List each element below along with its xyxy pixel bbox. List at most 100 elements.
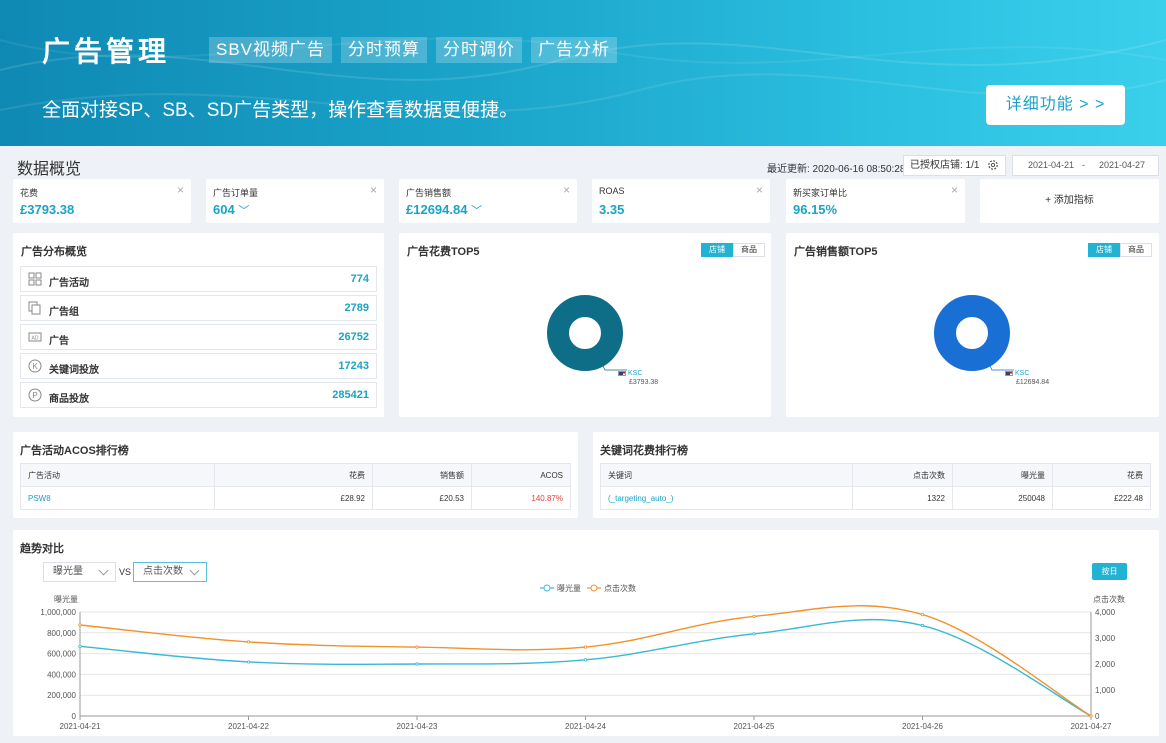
spend-top5-panel: 广告花费TOP5 店铺 商品 KSC £3793.38 <box>399 233 771 417</box>
col-campaign[interactable]: 广告活动 <box>20 463 215 487</box>
legend-label: 曝光量 <box>557 583 581 593</box>
legend-label: 点击次数 <box>604 583 636 593</box>
dist-row-products[interactable]: P 商品投放 285421 <box>20 382 377 408</box>
date-range-picker[interactable]: 2021-04-21 - 2021-04-27 <box>1012 155 1159 176</box>
data-point <box>246 660 251 664</box>
panel-title: 广告销售额TOP5 <box>794 246 878 258</box>
sales-top5-toggle: 店铺 商品 <box>1088 243 1152 257</box>
kpi-card-spend[interactable]: 花费 × £3793.38 <box>13 179 191 223</box>
uk-flag-icon <box>1005 370 1013 376</box>
data-point <box>752 614 756 619</box>
tag-time-budget[interactable]: 分时预算 <box>341 37 428 63</box>
y-tick-left: 800,000 <box>47 629 76 638</box>
data-point <box>415 662 419 666</box>
y-tick-right: 0 <box>1095 712 1100 721</box>
x-tick-label: 2021-04-27 <box>1071 722 1112 731</box>
dist-row-ad-groups[interactable]: 广告组 2789 <box>20 295 377 321</box>
metric-a-select[interactable]: 曝光量 <box>43 562 116 582</box>
keyword-link[interactable]: (_targeting_auto_) <box>600 486 853 510</box>
trend-line-chart[interactable]: 0 200,000 400,000 600,000 800,000 1,000,000 0 1… <box>0 580 1166 743</box>
grid-icon <box>28 272 42 286</box>
chevron-down-icon[interactable]: ﹀ <box>471 205 482 217</box>
y-tick-left: 200,000 <box>47 691 76 700</box>
kpi-label: 新买家订单比 <box>793 188 848 198</box>
col-spend[interactable]: 花费 <box>214 463 373 487</box>
y-tick-right: 3,000 <box>1095 634 1116 643</box>
dist-row-keywords[interactable]: K 关键词投放 17243 <box>20 353 377 379</box>
toggle-shop[interactable]: 店铺 <box>701 243 733 257</box>
legend-marker <box>543 584 551 592</box>
col-clicks[interactable]: 点击次数 <box>852 463 953 487</box>
kpi-card-sales[interactable]: 广告销售额 × £12694.84 ﹀ <box>399 179 577 223</box>
dist-value: 774 <box>350 273 369 285</box>
close-icon[interactable]: × <box>951 183 958 197</box>
donut-slice-ksc[interactable] <box>547 295 623 371</box>
tag-time-bid[interactable]: 分时调价 <box>436 37 523 63</box>
data-point <box>246 640 251 644</box>
x-tick-label: 2021-04-21 <box>60 722 101 731</box>
dist-label: 广告 <box>49 336 69 347</box>
date-end: 2021-04-27 <box>1099 160 1146 170</box>
kpi-label: 广告销售额 <box>406 188 452 198</box>
campaign-link[interactable]: PSW8 <box>20 486 215 510</box>
chevron-down-icon[interactable]: ﹀ <box>238 205 249 217</box>
kpi-label: 花费 <box>20 188 39 198</box>
overview-title: 数据概览 <box>17 161 82 178</box>
panel-title: 趋势对比 <box>20 543 64 555</box>
detail-features-button[interactable]: 详细功能 > > <box>986 85 1125 125</box>
close-icon[interactable]: × <box>563 183 570 197</box>
metric-b-select[interactable]: 点击次数 <box>133 562 207 582</box>
acos-table: 广告活动 花费 销售额 ACOS PSW8 £28.92 £20.53 140.… <box>20 463 571 510</box>
close-icon[interactable]: × <box>177 183 184 197</box>
by-day-button[interactable]: 按日 <box>1092 563 1127 580</box>
last-updated: 最近更新: 2020-06-16 08:50:28 <box>767 164 906 175</box>
toggle-product[interactable]: 商品 <box>733 243 765 257</box>
kpi-label: 广告订单量 <box>213 188 259 198</box>
data-point <box>1089 714 1093 718</box>
kpi-card-orders[interactable]: 广告订单量 × 604 ﹀ <box>206 179 384 223</box>
data-point <box>78 623 82 627</box>
panel-title: 广告活动ACOS排行榜 <box>20 445 129 457</box>
col-keyword[interactable]: 关键词 <box>600 463 853 487</box>
toggle-shop[interactable]: 店铺 <box>1088 243 1120 257</box>
donut-slice-ksc[interactable] <box>934 295 1010 371</box>
gear-icon[interactable] <box>987 159 999 171</box>
col-acos[interactable]: ACOS <box>471 463 571 487</box>
data-point <box>920 623 925 628</box>
tag-ad-analysis[interactable]: 广告分析 <box>531 37 618 63</box>
toggle-product[interactable]: 商品 <box>1120 243 1152 257</box>
authorized-shops-selector[interactable]: 已授权店铺: 1/1 <box>903 155 1006 176</box>
dist-row-campaigns[interactable]: 广告活动 774 <box>20 266 377 292</box>
spend-donut-chart[interactable] <box>539 288 629 378</box>
dist-row-ads[interactable]: AD 广告 26752 <box>20 324 377 350</box>
svg-text:AD: AD <box>32 336 39 342</box>
kpi-card-new-buyer[interactable]: 新买家订单比 × 96.15% <box>786 179 965 223</box>
close-icon[interactable]: × <box>370 183 377 197</box>
table-row: (_targeting_auto_) 1322 250048 £222.48 <box>600 486 1151 510</box>
y-tick-right: 2,000 <box>1095 660 1116 669</box>
select-value: 点击次数 <box>143 566 183 577</box>
kpi-value: 96.15% <box>793 202 838 217</box>
svg-text:P: P <box>32 391 37 400</box>
y-tick-left: 0 <box>72 712 77 721</box>
data-point <box>920 612 925 617</box>
y-tick-right: 4,000 <box>1095 608 1116 617</box>
kpi-value: 3.35 <box>599 202 625 217</box>
dist-label: 商品投放 <box>49 394 89 405</box>
sales-donut-chart[interactable] <box>926 288 1016 378</box>
p-circle-icon: P <box>28 388 42 402</box>
col-impressions[interactable]: 曝光量 <box>952 463 1053 487</box>
col-sales[interactable]: 销售额 <box>372 463 472 487</box>
chevron-down-icon <box>189 565 200 576</box>
close-icon[interactable]: × <box>756 183 763 197</box>
add-metric-button[interactable]: + 添加指标 <box>980 179 1159 223</box>
kpi-card-roas[interactable]: ROAS × 3.35 <box>592 179 770 223</box>
k-circle-icon: K <box>28 359 42 373</box>
donut-label: KSC £12694.84 <box>1005 370 1049 386</box>
panel-title: 关键词花费排行榜 <box>600 445 688 457</box>
col-spend[interactable]: 花费 <box>1052 463 1151 487</box>
panel-title: 广告分布概览 <box>21 246 87 258</box>
dist-label: 广告活动 <box>49 278 89 289</box>
tag-sbv-video[interactable]: SBV视频广告 <box>209 37 333 63</box>
data-point <box>583 658 588 662</box>
